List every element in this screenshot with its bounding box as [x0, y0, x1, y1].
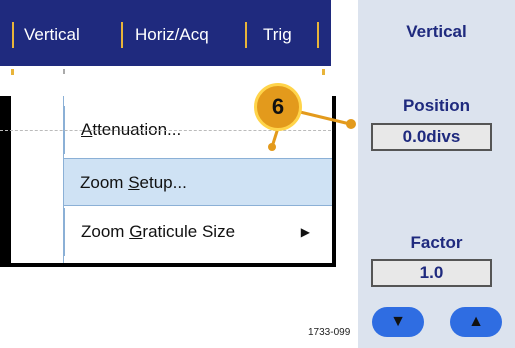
callout-dot [346, 119, 356, 129]
callout-dot [268, 143, 276, 151]
menu-separator [245, 22, 247, 48]
callout-badge: 6 [254, 83, 302, 131]
menu-tick-mark [11, 69, 14, 75]
decrement-button[interactable]: ▼ [372, 307, 424, 337]
down-arrow-icon: ▼ [390, 313, 406, 330]
menu-separator [317, 22, 319, 48]
menu-horiz-acq[interactable]: Horiz/Acq [135, 20, 209, 50]
menu-item-label: etup... [139, 173, 187, 192]
menu-tick-mark [63, 69, 65, 74]
menu-item-label: Zoom [81, 222, 130, 241]
dropdown-left-border [0, 96, 11, 263]
menu-trig[interactable]: Trig [263, 20, 292, 50]
menu-item-mnemonic: G [129, 222, 143, 241]
increment-button[interactable]: ▲ [450, 307, 502, 337]
menu-item-zoom-setup[interactable]: Zoom Setup... [63, 158, 332, 206]
position-value-field[interactable]: 0.0divs [371, 123, 492, 151]
factor-label: Factor [410, 233, 463, 252]
menu-item-label: Zoom [80, 173, 129, 192]
dropdown-right-border [332, 96, 336, 263]
submenu-arrow-icon: ▶ [300, 225, 310, 239]
menu-item-mnemonic: S [128, 173, 140, 192]
menu-separator [121, 22, 123, 48]
menu-vertical[interactable]: Vertical [24, 20, 80, 50]
figure-id: 1733-099 [308, 327, 351, 338]
position-label: Position [402, 96, 471, 115]
top-menu-bar: Vertical Horiz/Acq Trig [0, 0, 331, 66]
menu-item-label: raticule Size [142, 222, 236, 241]
dropdown-bottom-border [0, 263, 336, 267]
menu-tick-mark [322, 69, 325, 75]
menu-separator [12, 22, 14, 48]
factor-value-field[interactable]: 1.0 [371, 259, 492, 287]
panel-title: Vertical [406, 22, 467, 41]
side-panel: Vertical Position 0.0divs Factor 1.0 ▼ ▲ [358, 0, 515, 348]
up-arrow-icon: ▲ [468, 313, 484, 330]
menu-item-zoom-graticule-size[interactable]: Zoom Graticule Size ▶ [64, 208, 332, 256]
